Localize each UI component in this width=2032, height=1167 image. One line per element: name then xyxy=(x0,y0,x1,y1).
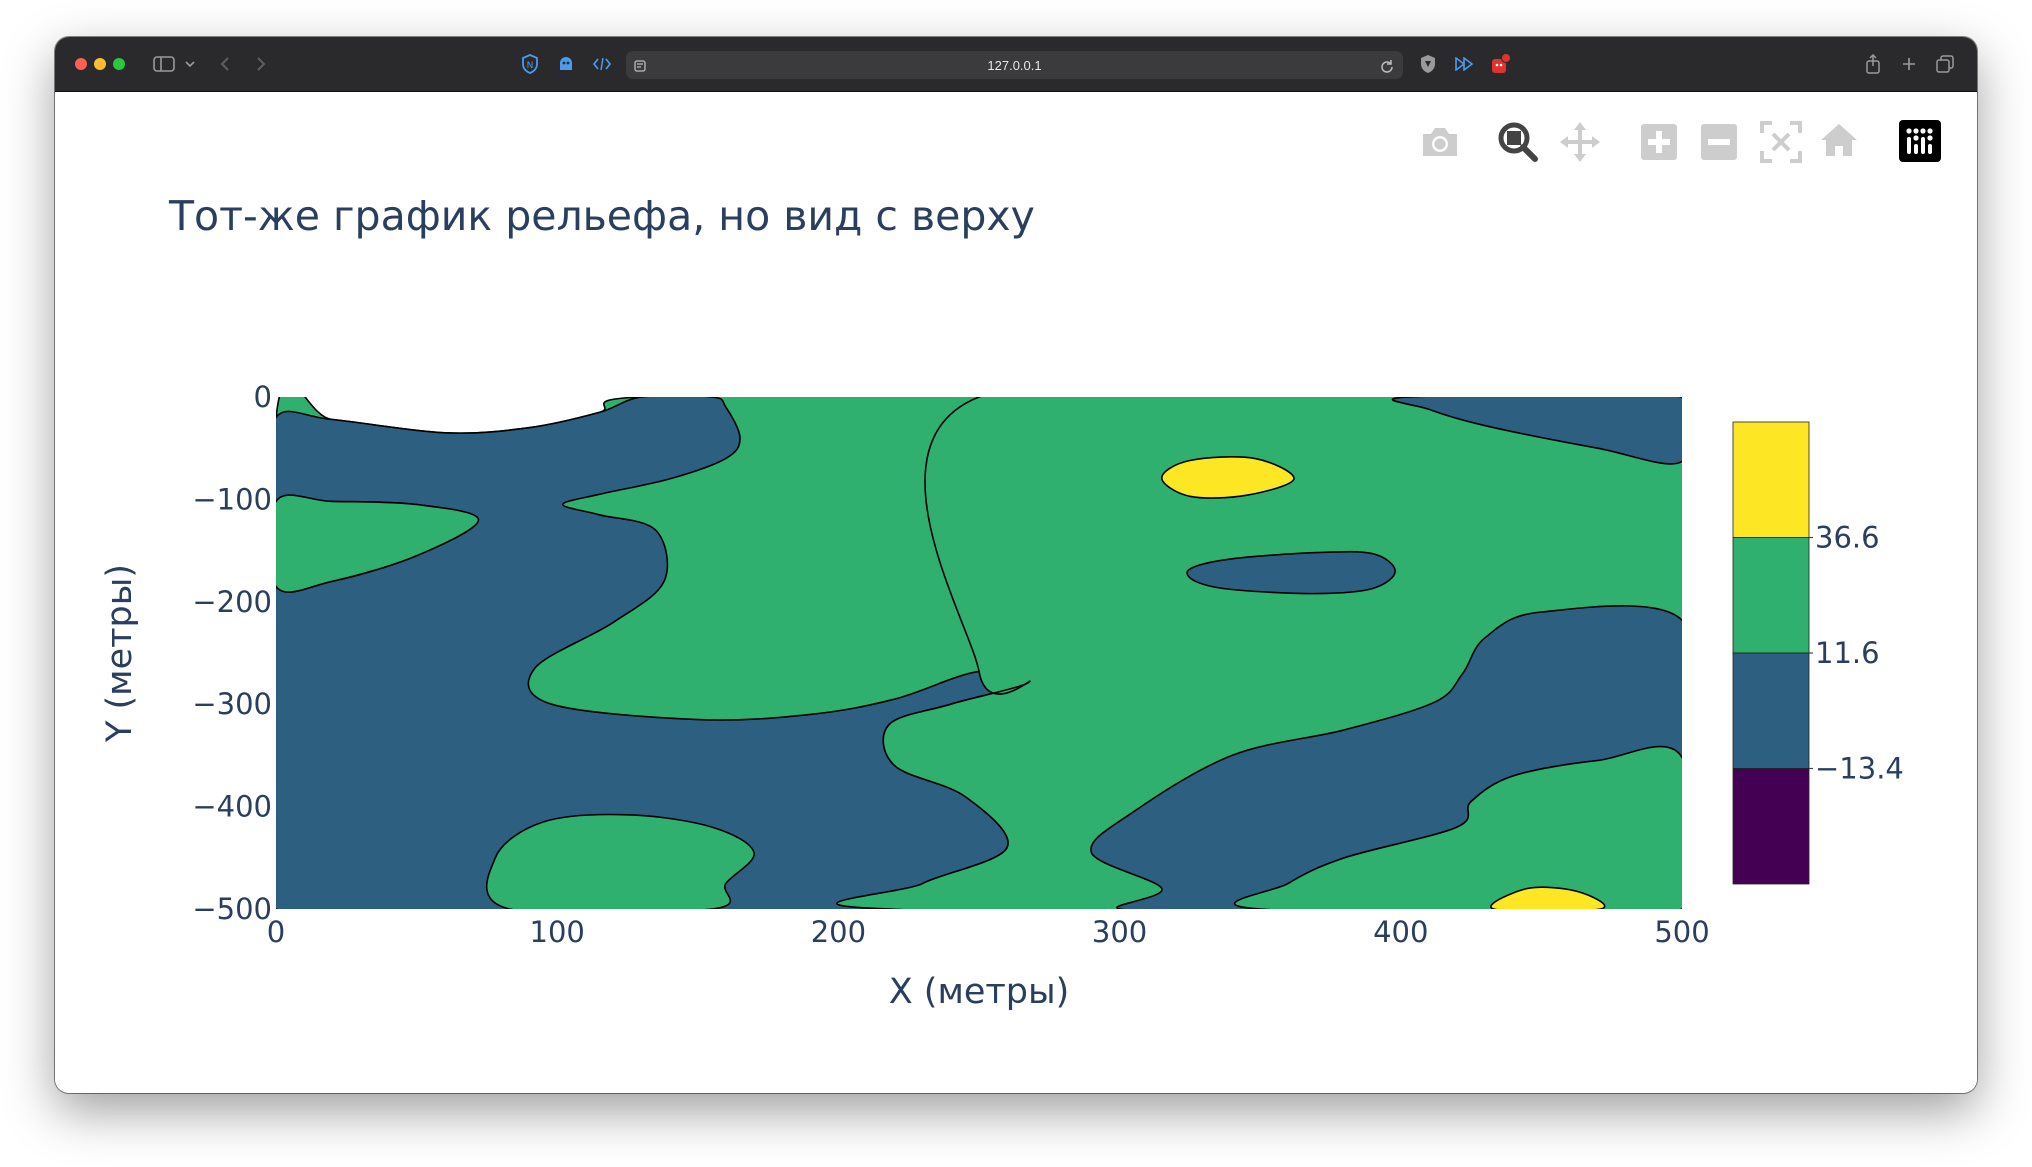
ghost-extension-icon[interactable] xyxy=(555,52,577,76)
x-tick-label: 400 xyxy=(1373,915,1428,949)
reload-icon[interactable] xyxy=(1379,54,1395,78)
chevron-down-icon[interactable] xyxy=(183,52,197,76)
colorbar-segment xyxy=(1732,421,1810,538)
colorbar-segment xyxy=(1732,652,1810,769)
browser-toolbar: N 127.0.0.1 xyxy=(55,37,1977,92)
y-tick-label: 0 xyxy=(254,380,272,414)
svg-text:N: N xyxy=(527,61,534,71)
colorbar-tick-label: 36.6 xyxy=(1815,521,1880,555)
page-content: Тот-же график рельефа, но вид с верху 01… xyxy=(55,92,1977,1093)
extension-badge-icon[interactable] xyxy=(1489,52,1513,76)
sidebar-toggle-icon[interactable] xyxy=(152,52,176,76)
colorbar-segment xyxy=(1732,537,1810,654)
back-icon[interactable] xyxy=(215,52,235,76)
browser-window: N 127.0.0.1 Тот-же график рельефа, но ви… xyxy=(55,37,1977,1093)
new-tab-icon[interactable] xyxy=(1898,52,1920,76)
fast-forward-icon[interactable] xyxy=(1453,52,1475,76)
contour-regions xyxy=(276,397,1682,909)
contour-chart: 0 100 200 300 400 5000−100−200−300−400−500X (… xyxy=(100,380,1904,1012)
address-text: 127.0.0.1 xyxy=(987,58,1042,73)
y-tick-label: −100 xyxy=(192,482,272,516)
colorbar-tick-label: −13.4 xyxy=(1815,752,1904,786)
colorbar-segment xyxy=(1732,768,1810,885)
close-window-button[interactable] xyxy=(75,58,87,70)
address-bar[interactable]: 127.0.0.1 xyxy=(626,51,1403,79)
code-extension-icon[interactable] xyxy=(591,52,613,76)
x-tick-label: 200 xyxy=(811,915,866,949)
x-axis-title: X (метры) xyxy=(889,972,1070,1012)
y-tick-label: −500 xyxy=(192,892,272,926)
y-tick-label: −300 xyxy=(192,687,272,721)
forward-icon[interactable] xyxy=(251,52,271,76)
y-tick-label: −200 xyxy=(192,585,272,619)
x-tick-label: 300 xyxy=(1092,915,1147,949)
share-icon[interactable] xyxy=(1862,52,1884,76)
tab-overview-icon[interactable] xyxy=(1934,52,1956,76)
colorbar-tick-label: 11.6 xyxy=(1815,636,1880,670)
x-tick-label: 500 xyxy=(1654,915,1709,949)
y-axis-title: Y (метры) xyxy=(100,564,140,743)
zoom-window-button[interactable] xyxy=(113,58,125,70)
y-tick-label: −400 xyxy=(192,790,272,824)
minimize-window-button[interactable] xyxy=(94,58,106,70)
contour-region-green xyxy=(485,813,755,909)
shield-icon[interactable] xyxy=(1417,52,1439,76)
shield-extension-icon[interactable]: N xyxy=(519,52,541,76)
x-tick-label: 100 xyxy=(530,915,585,949)
